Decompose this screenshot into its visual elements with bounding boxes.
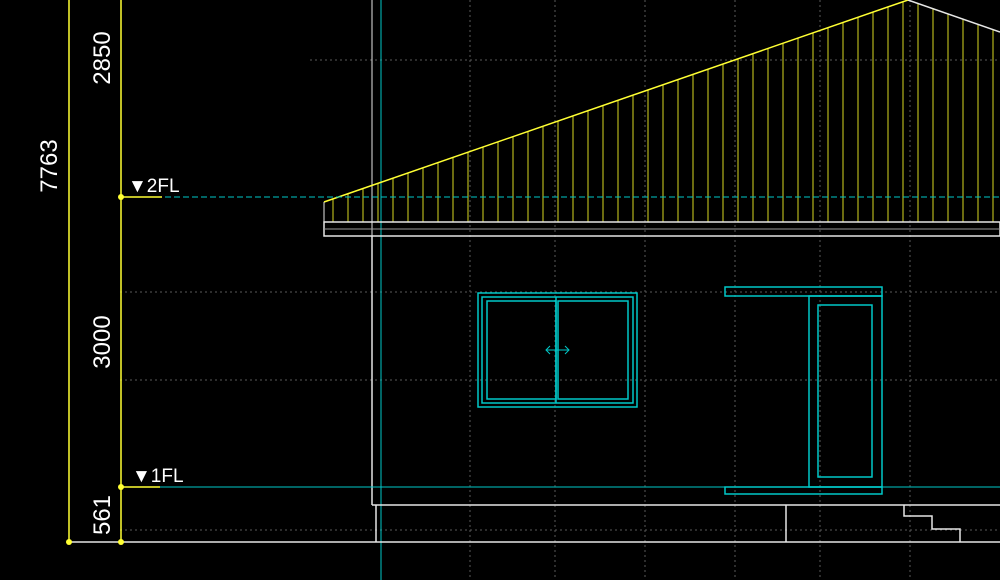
- dimension-middle[interactable]: 3000: [89, 315, 116, 368]
- vertical-axis-lines: [371, 0, 382, 580]
- dimension-upper[interactable]: 2850: [89, 31, 116, 84]
- entry-steps: [903, 505, 961, 542]
- entrance-door[interactable]: [724, 286, 883, 495]
- roof-hatch: [332, 0, 994, 222]
- roof-slope-right: [907, 0, 1000, 33]
- cad-drawing-canvas[interactable]: 7763 2850 3000 561 ▼2FL ▼1FL: [0, 0, 1000, 580]
- dimension-total[interactable]: 7763: [36, 139, 63, 192]
- level-label-1fl[interactable]: ▼1FL: [132, 466, 184, 487]
- level-lines: [120, 196, 1000, 488]
- wall-outline: [68, 236, 1000, 543]
- dimension-lower[interactable]: 561: [89, 495, 116, 535]
- roof: [323, 0, 1000, 237]
- level-label-2fl[interactable]: ▼2FL: [128, 176, 180, 197]
- construction-grid: [120, 0, 1000, 580]
- sliding-window[interactable]: [477, 292, 638, 408]
